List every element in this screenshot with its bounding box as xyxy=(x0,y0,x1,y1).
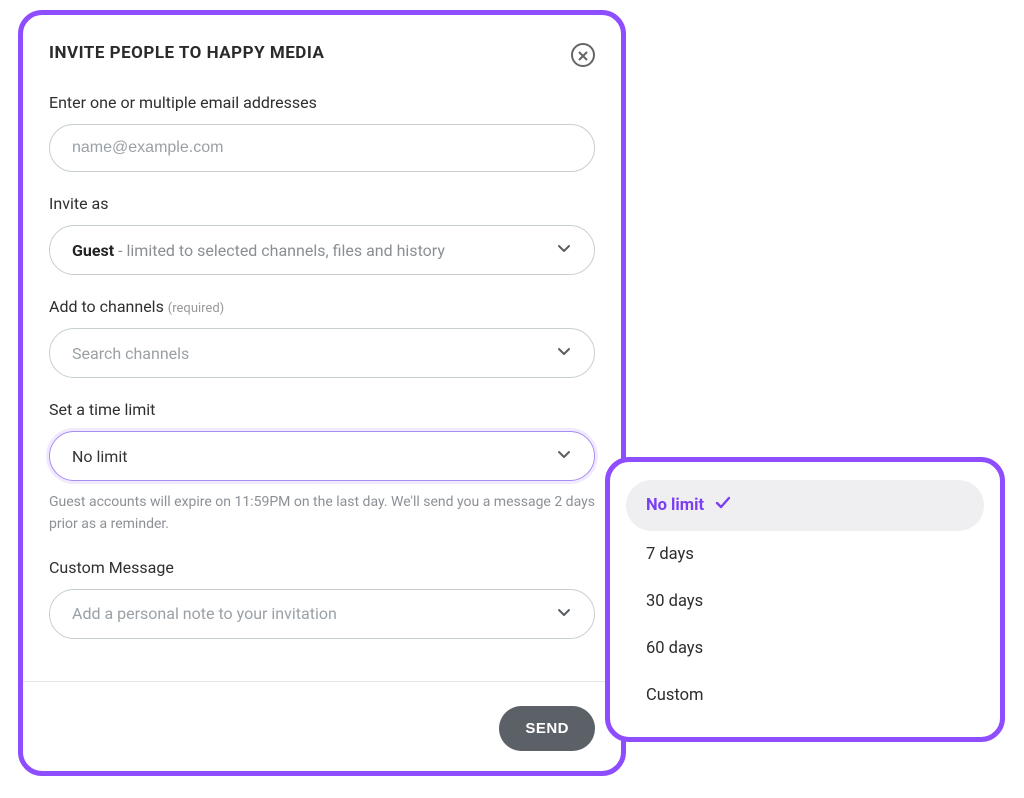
dropdown-option-label: 7 days xyxy=(646,545,694,564)
invite-as-desc: - limited to selected channels, files an… xyxy=(114,241,445,260)
invite-modal: INVITE PEOPLE TO HAPPY MEDIA Enter one o… xyxy=(18,10,626,776)
close-button[interactable] xyxy=(571,43,595,67)
time-limit-helper: Guest accounts will expire on 11:59PM on… xyxy=(49,491,595,536)
invite-as-field-group: Invite as Guest - limited to selected ch… xyxy=(49,194,595,275)
email-field-group: Enter one or multiple email addresses xyxy=(49,93,595,172)
dropdown-option-custom[interactable]: Custom xyxy=(626,672,984,719)
dropdown-option-label: 30 days xyxy=(646,592,703,611)
modal-title: INVITE PEOPLE TO HAPPY MEDIA xyxy=(49,43,324,63)
dropdown-option-no-limit[interactable]: No limit xyxy=(626,480,984,531)
dropdown-option-60-days[interactable]: 60 days xyxy=(626,625,984,672)
invite-as-value: Guest - limited to selected channels, fi… xyxy=(72,241,445,260)
custom-message-label: Custom Message xyxy=(49,558,595,577)
custom-message-select[interactable]: Add a personal note to your invitation xyxy=(49,589,595,639)
chevron-down-icon xyxy=(556,240,572,260)
chevron-down-icon xyxy=(556,446,572,466)
check-icon xyxy=(714,494,732,517)
chevron-down-icon xyxy=(556,343,572,363)
time-limit-field-group: Set a time limit No limit xyxy=(49,400,595,481)
email-input-wrapper[interactable] xyxy=(49,124,595,172)
email-input[interactable] xyxy=(72,139,572,157)
dropdown-option-7-days[interactable]: 7 days xyxy=(626,531,984,578)
invite-as-select[interactable]: Guest - limited to selected channels, fi… xyxy=(49,225,595,275)
modal-header: INVITE PEOPLE TO HAPPY MEDIA xyxy=(49,43,595,67)
custom-message-field-group: Custom Message Add a personal note to yo… xyxy=(49,558,595,639)
dropdown-option-label: No limit xyxy=(646,496,704,515)
dropdown-option-label: 60 days xyxy=(646,639,703,658)
time-limit-dropdown: No limit 7 days 30 days 60 days Custom xyxy=(605,457,1005,742)
time-limit-select[interactable]: No limit xyxy=(49,431,595,481)
channels-placeholder: Search channels xyxy=(72,344,189,363)
dropdown-option-30-days[interactable]: 30 days xyxy=(626,578,984,625)
channels-required: (required) xyxy=(168,301,224,316)
channels-label-text: Add to channels xyxy=(49,297,168,316)
channels-label: Add to channels (required) xyxy=(49,297,595,316)
channels-field-group: Add to channels (required) Search channe… xyxy=(49,297,595,378)
invite-as-label: Invite as xyxy=(49,194,595,213)
time-limit-label: Set a time limit xyxy=(49,400,595,419)
custom-message-placeholder: Add a personal note to your invitation xyxy=(72,604,337,623)
close-icon xyxy=(578,46,588,65)
modal-footer: SEND xyxy=(23,681,621,751)
invite-as-role: Guest xyxy=(72,241,114,260)
send-button[interactable]: SEND xyxy=(499,706,595,751)
time-limit-value: No limit xyxy=(72,447,127,466)
dropdown-option-label: Custom xyxy=(646,686,703,705)
chevron-down-icon xyxy=(556,604,572,624)
channels-select[interactable]: Search channels xyxy=(49,328,595,378)
email-label: Enter one or multiple email addresses xyxy=(49,93,595,112)
